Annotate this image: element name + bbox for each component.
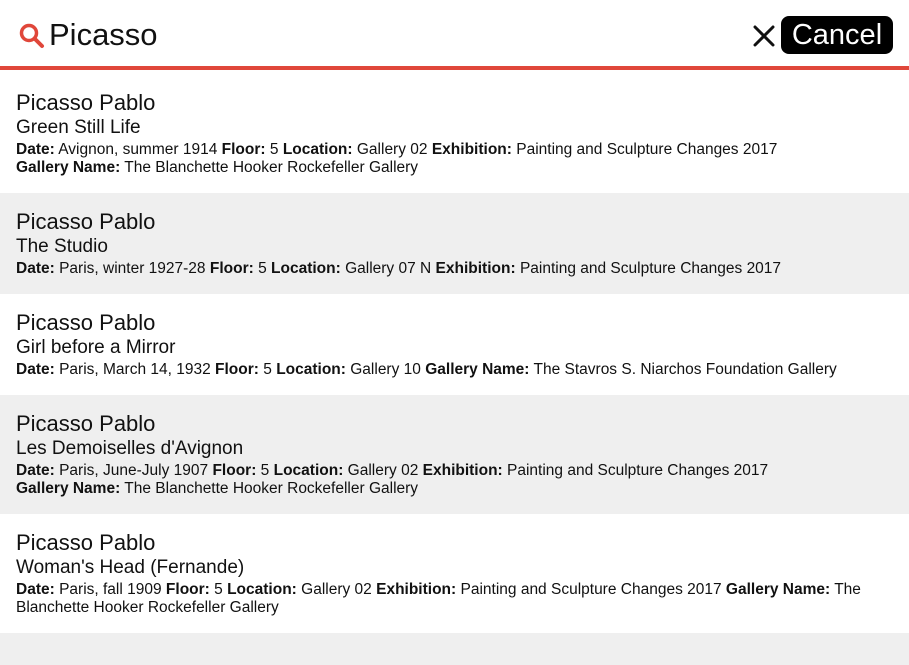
close-icon[interactable]	[750, 22, 778, 50]
search-input[interactable]	[49, 12, 709, 58]
gallery-name-label: Gallery Name:	[16, 480, 121, 497]
result-title: The Studio	[16, 236, 108, 257]
gallery-name-label: Gallery Name:	[425, 361, 530, 378]
exhibition-label: Exhibition:	[435, 260, 516, 277]
date-value: Paris, March 14, 1932	[59, 361, 211, 378]
location-value: Gallery 02	[301, 581, 372, 598]
floor-label: Floor:	[215, 361, 259, 378]
result-item-partial[interactable]	[0, 633, 909, 665]
floor-label: Floor:	[209, 260, 254, 277]
result-item[interactable]: Picasso Pablo Woman's Head (Fernande) Da…	[0, 514, 909, 633]
gallery-name-value: The Stavros S. Niarchos Foundation Galle…	[533, 361, 837, 378]
exhibition-value: Painting and Sculpture Changes 2017	[460, 581, 722, 598]
location-value: Gallery 07 N	[345, 260, 432, 277]
cancel-button[interactable]: Cancel	[781, 16, 893, 54]
result-details: Date: Paris, March 14, 1932 Floor: 5 Loc…	[16, 361, 893, 379]
location-value: Gallery 02	[356, 141, 428, 158]
location-value: Gallery 10	[350, 361, 421, 378]
floor-label: Floor:	[212, 462, 257, 479]
location-value: Gallery 02	[347, 462, 419, 479]
date-value: Paris, fall 1909	[59, 581, 162, 598]
result-title: Les Demoiselles d'Avignon	[16, 438, 244, 459]
result-item[interactable]: Picasso Pablo The Studio Date: Paris, wi…	[0, 193, 909, 294]
location-label: Location:	[227, 581, 297, 598]
exhibition-value: Painting and Sculpture Changes 2017	[519, 260, 782, 277]
search-bar: Cancel	[0, 0, 909, 70]
date-value: Paris, winter 1927-28	[59, 260, 206, 277]
location-label: Location:	[271, 260, 341, 277]
result-title: Woman's Head (Fernande)	[16, 557, 245, 578]
date-label: Date:	[16, 581, 55, 598]
gallery-name-value: The Blanchette Hooker Rockefeller Galler…	[124, 480, 419, 497]
gallery-name-value: The Blanchette Hooker Rockefeller Galler…	[124, 159, 419, 176]
gallery-name-label: Gallery Name:	[16, 159, 121, 176]
date-value: Avignon, summer 1914	[58, 141, 218, 158]
location-label: Location:	[276, 361, 346, 378]
date-label: Date:	[16, 462, 55, 479]
result-item[interactable]: Picasso Pablo Green Still Life Date: Avi…	[0, 74, 909, 193]
exhibition-label: Exhibition:	[422, 462, 503, 479]
location-label: Location:	[282, 141, 353, 158]
result-details: Date: Paris, June-July 1907 Floor: 5 Loc…	[16, 462, 893, 498]
exhibition-value: Painting and Sculpture Changes 2017	[507, 462, 769, 479]
search-icon	[19, 23, 44, 48]
result-title: Girl before a Mirror	[16, 337, 176, 358]
result-title: Green Still Life	[16, 117, 141, 138]
result-artist: Picasso Pablo	[16, 411, 156, 436]
results-list: Picasso Pablo Green Still Life Date: Avi…	[0, 74, 909, 665]
date-label: Date:	[16, 361, 55, 378]
floor-value: 5	[258, 260, 267, 277]
result-details: Date: Paris, fall 1909 Floor: 5 Location…	[16, 581, 893, 617]
result-artist: Picasso Pablo	[16, 90, 156, 115]
result-artist: Picasso Pablo	[16, 209, 156, 234]
floor-value: 5	[214, 581, 223, 598]
exhibition-value: Painting and Sculpture Changes 2017	[516, 141, 778, 158]
floor-label: Floor:	[221, 141, 266, 158]
floor-value: 5	[263, 361, 272, 378]
date-value: Paris, June-July 1907	[59, 462, 209, 479]
date-label: Date:	[16, 141, 55, 158]
result-artist: Picasso Pablo	[16, 530, 156, 555]
result-artist: Picasso Pablo	[16, 310, 156, 335]
result-item[interactable]: Picasso Pablo Les Demoiselles d'Avignon …	[0, 395, 909, 514]
result-item[interactable]: Picasso Pablo Girl before a Mirror Date:…	[0, 294, 909, 395]
floor-value: 5	[269, 141, 279, 158]
floor-value: 5	[260, 462, 270, 479]
location-label: Location:	[273, 462, 344, 479]
exhibition-label: Exhibition:	[376, 581, 457, 598]
gallery-name-label: Gallery Name:	[725, 581, 831, 598]
floor-label: Floor:	[165, 581, 210, 598]
date-label: Date:	[16, 260, 55, 277]
result-details: Date: Paris, winter 1927-28 Floor: 5 Loc…	[16, 260, 893, 278]
result-details: Date: Avignon, summer 1914 Floor: 5 Loca…	[16, 141, 893, 177]
exhibition-label: Exhibition:	[431, 141, 512, 158]
